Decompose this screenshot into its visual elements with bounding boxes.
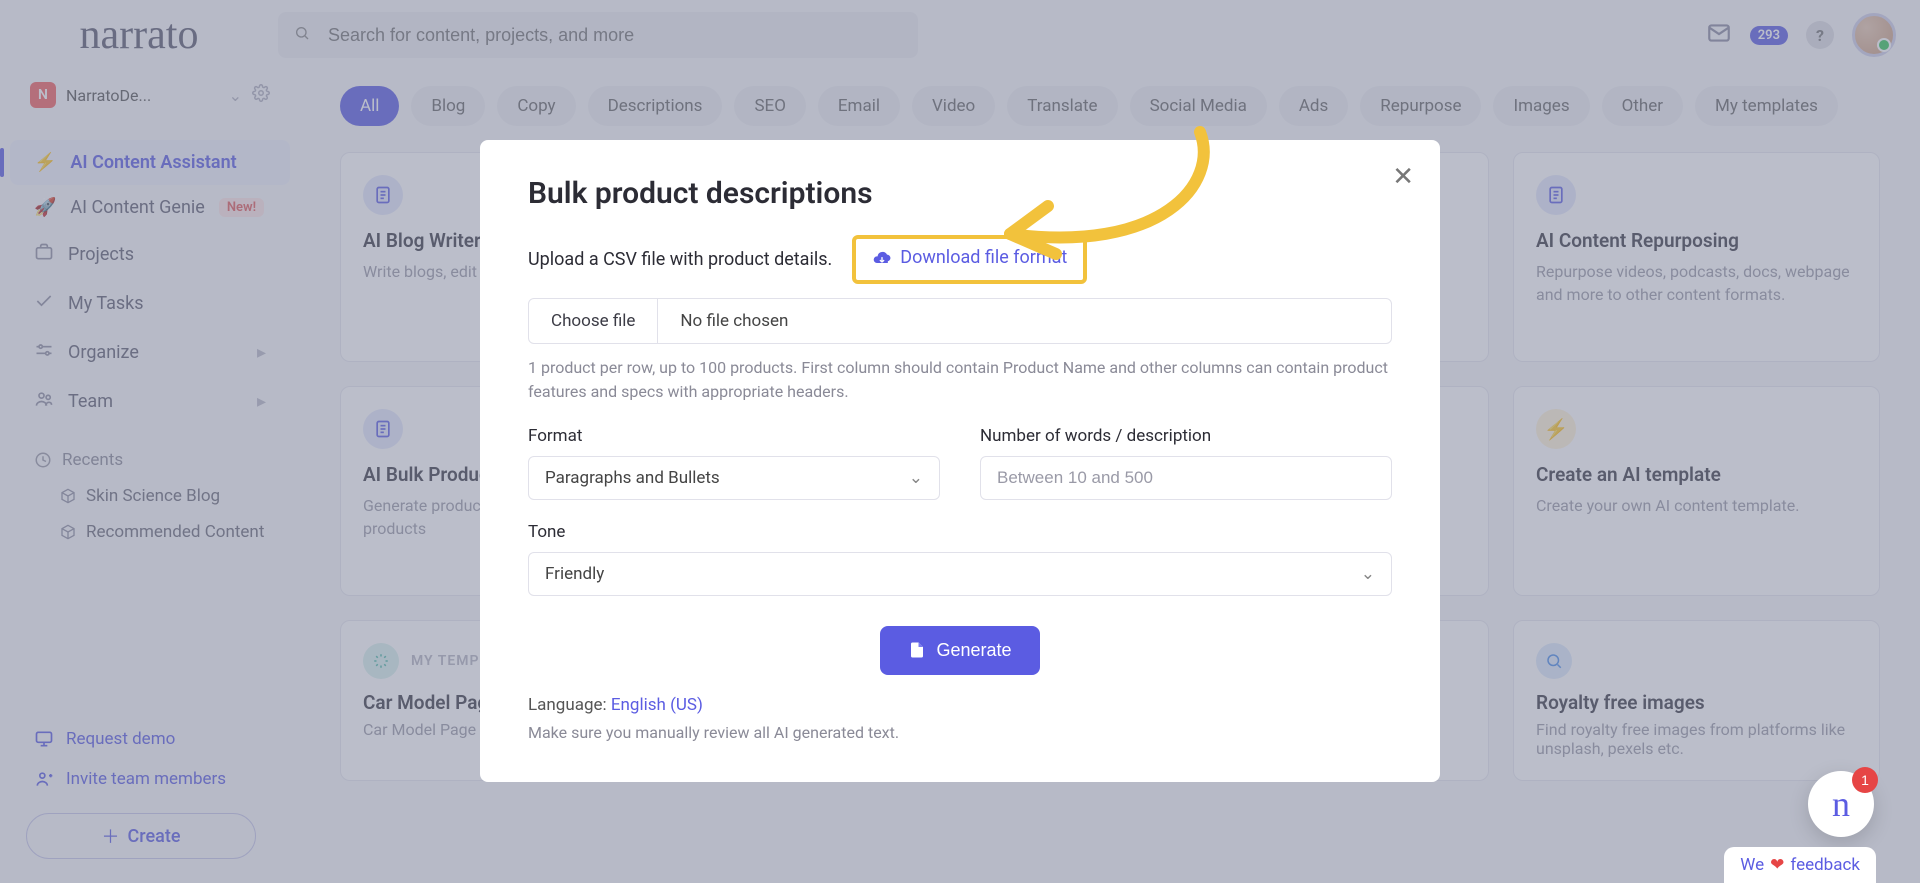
language-row: Language: English (US) xyxy=(528,695,1392,715)
cloud-download-icon xyxy=(872,248,892,268)
language-prefix: Language: xyxy=(528,695,611,715)
tone-value: Friendly xyxy=(545,564,604,584)
file-status: No file chosen xyxy=(658,311,810,331)
file-input-row[interactable]: Choose file No file chosen xyxy=(528,298,1392,344)
generate-button[interactable]: Generate xyxy=(880,626,1039,675)
words-field: Number of words / description xyxy=(980,426,1392,500)
download-link-label: Download file format xyxy=(900,247,1067,268)
help-fab[interactable]: n 1 xyxy=(1808,771,1874,837)
feedback-suffix: feedback xyxy=(1790,855,1860,875)
format-label: Format xyxy=(528,426,940,446)
modal-backdrop[interactable]: ✕ Bulk product descriptions Upload a CSV… xyxy=(0,0,1920,883)
chevron-down-icon: ⌄ xyxy=(909,468,923,488)
close-icon[interactable]: ✕ xyxy=(1392,162,1414,192)
tone-field: Tone Friendly ⌄ xyxy=(528,522,1392,596)
chevron-down-icon: ⌄ xyxy=(1361,564,1375,584)
upload-label: Upload a CSV file with product details. xyxy=(528,249,832,270)
format-field: Format Paragraphs and Bullets ⌄ xyxy=(528,426,940,500)
tone-label: Tone xyxy=(528,522,1392,542)
format-value: Paragraphs and Bullets xyxy=(545,468,720,488)
format-select[interactable]: Paragraphs and Bullets ⌄ xyxy=(528,456,940,500)
words-input[interactable] xyxy=(980,456,1392,500)
fab-badge: 1 xyxy=(1852,767,1878,793)
language-link[interactable]: English (US) xyxy=(611,695,703,715)
bulk-product-modal: ✕ Bulk product descriptions Upload a CSV… xyxy=(480,140,1440,782)
upload-hint: 1 product per row, up to 100 products. F… xyxy=(528,356,1392,404)
generate-label: Generate xyxy=(936,640,1011,661)
download-file-format-link[interactable]: Download file format xyxy=(872,247,1067,268)
file-icon xyxy=(908,641,926,659)
choose-file-button[interactable]: Choose file xyxy=(529,299,658,343)
tone-select[interactable]: Friendly ⌄ xyxy=(528,552,1392,596)
fab-letter: n xyxy=(1832,783,1850,825)
feedback-pill[interactable]: We ❤ feedback xyxy=(1724,847,1876,883)
feedback-prefix: We xyxy=(1740,855,1764,875)
words-label: Number of words / description xyxy=(980,426,1392,446)
heart-icon: ❤ xyxy=(1770,855,1784,875)
modal-title: Bulk product descriptions xyxy=(528,176,1392,211)
review-note: Make sure you manually review all AI gen… xyxy=(528,723,1392,742)
download-highlight: Download file format xyxy=(852,235,1087,284)
